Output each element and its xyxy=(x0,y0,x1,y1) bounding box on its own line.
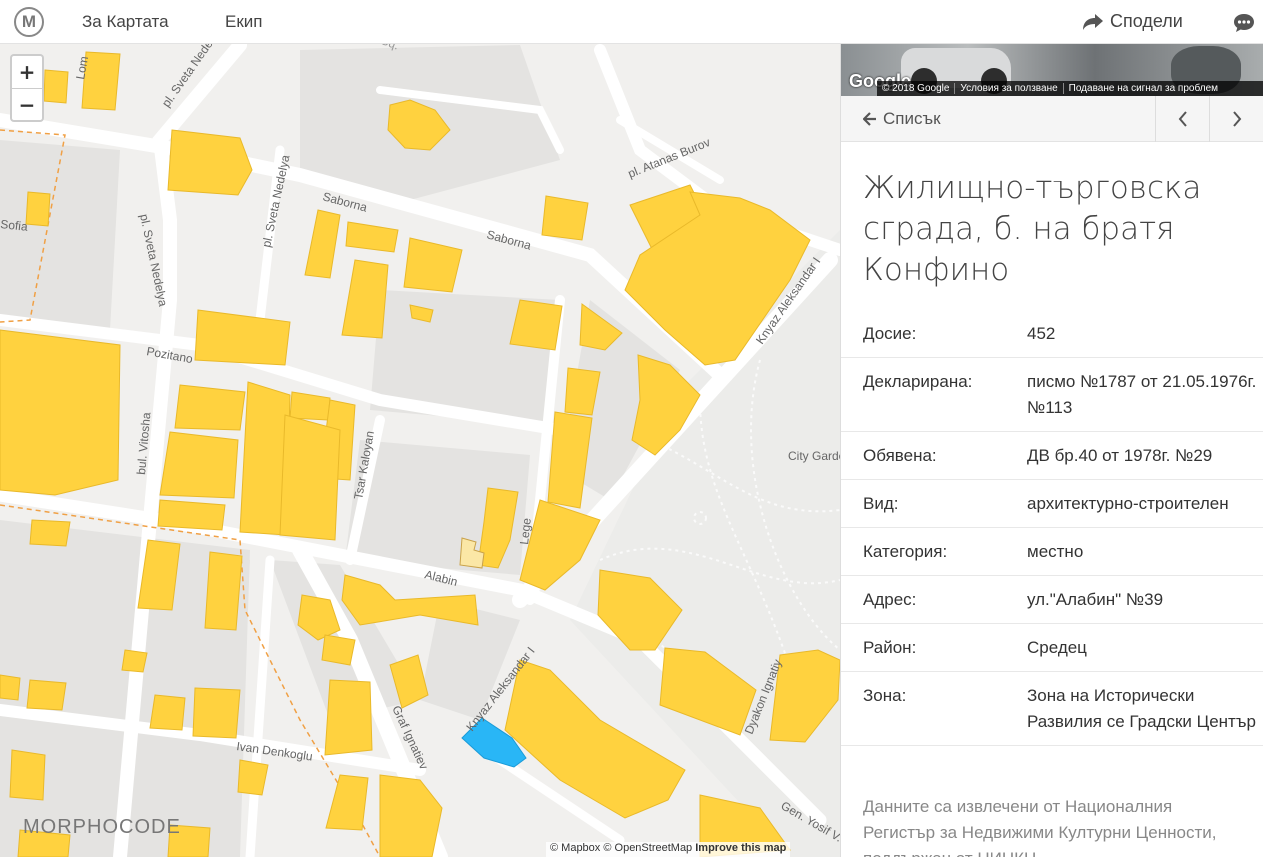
detail-value: ул."Алабин" №39 xyxy=(1027,590,1164,609)
street-label: Nezavisimost Sq. xyxy=(309,44,401,53)
street-label: Lom xyxy=(73,55,91,80)
zoom-control: + − xyxy=(10,54,44,122)
detail-value: Средец xyxy=(1027,638,1087,657)
chevron-right-icon xyxy=(1232,111,1241,127)
detail-key: Досие: xyxy=(863,324,917,343)
detail-key: Район: xyxy=(863,638,917,657)
detail-value: писмо №1787 от 21.05.1976г. №113 xyxy=(1027,372,1257,417)
share-arrow-icon xyxy=(1083,13,1103,30)
detail-key: Категория: xyxy=(863,542,948,561)
map[interactable]: pl. Sveta Nedelya pl. Sveta Nedelya pl. … xyxy=(0,44,840,857)
street-label: pl. Sveta Nedelya xyxy=(159,44,225,110)
detail-row: Обявена: ДВ бр.40 от 1978г. №29 xyxy=(841,432,1263,480)
street-view-copyright: © 2018 Google xyxy=(882,83,950,94)
arrow-left-icon xyxy=(863,112,876,126)
detail-key: Зона: xyxy=(863,686,907,705)
attribution-mapbox[interactable]: © Mapbox xyxy=(550,842,600,854)
street-label: Lege xyxy=(517,517,534,545)
detail-row: Категория: местно xyxy=(841,528,1263,576)
zoom-out-button[interactable]: − xyxy=(12,88,42,120)
top-nav: M За Картата Екип Сподели xyxy=(0,0,1263,44)
share-label: Сподели xyxy=(1110,11,1183,31)
detail-row: Адрес: ул."Алабин" №39 xyxy=(841,576,1263,624)
back-to-list-button[interactable]: Списък xyxy=(863,109,941,129)
street-view-image[interactable]: Google © 2018 Google Условия за ползване… xyxy=(841,44,1263,96)
detail-key: Вид: xyxy=(863,494,899,513)
street-label: Ivan Denkoglu xyxy=(236,739,314,764)
prev-button[interactable] xyxy=(1155,96,1209,142)
detail-row: Зона: Зона на Исторически Развилия се Гр… xyxy=(841,672,1263,746)
improve-map-link[interactable]: Improve this map xyxy=(695,842,786,854)
street-label: Graf Ignatiev xyxy=(389,703,431,771)
street-labels: pl. Sveta Nedelya pl. Sveta Nedelya pl. … xyxy=(0,44,841,845)
data-source-note: Данните са извлечени от Националния Реги… xyxy=(863,797,1217,857)
detail-row: Досие: 452 xyxy=(841,310,1263,358)
chevron-left-icon xyxy=(1178,111,1187,127)
brand-watermark: MORPHOCODE xyxy=(23,816,181,838)
zoom-in-button[interactable]: + xyxy=(12,56,42,88)
street-view-footer: © 2018 Google Условия за ползване Подава… xyxy=(877,81,1263,96)
street-label: bul. Vitosha xyxy=(134,411,153,475)
detail-key: Обявена: xyxy=(863,446,937,465)
detail-key: Адрес: xyxy=(863,590,917,609)
street-view-terms-link[interactable]: Условия за ползване xyxy=(954,83,1062,94)
detail-row: Декларирана: писмо №1787 от 21.05.1976г.… xyxy=(841,358,1263,432)
detail-value: Зона на Исторически Развилия се Градски … xyxy=(1027,686,1256,731)
detail-value: 452 xyxy=(1027,324,1056,343)
street-label: Alabin xyxy=(423,567,459,589)
list-nav-bar: Списък xyxy=(841,96,1263,142)
detail-row: Вид: архитектурно-строителен xyxy=(841,480,1263,528)
detail-value: местно xyxy=(1027,542,1084,561)
detail-panel: Google © 2018 Google Условия за ползване… xyxy=(840,44,1263,857)
next-button[interactable] xyxy=(1209,96,1263,142)
street-label: pl. Atanas Burov xyxy=(626,135,712,181)
street-label: City Garden xyxy=(788,449,840,463)
nav-team-link[interactable]: Екип xyxy=(225,12,262,32)
street-label: pl. Sveta Nedelya xyxy=(259,153,292,248)
logo-letter: M xyxy=(21,12,37,31)
logo[interactable]: M xyxy=(14,7,44,37)
street-label: pl. Sveta Nedelya xyxy=(137,213,170,308)
street-label: Sofia xyxy=(0,217,29,234)
street-label: Dyakon Ignatiy xyxy=(742,657,785,736)
back-label: Списък xyxy=(883,109,941,128)
nav-about-link[interactable]: За Картата xyxy=(82,12,169,32)
details-table: Досие: 452 Декларирана: писмо №1787 от 2… xyxy=(841,310,1263,746)
street-label: Saborna xyxy=(485,227,533,252)
share-button[interactable]: Сподели xyxy=(1082,11,1183,32)
street-label: Knyaz Aleksandar I xyxy=(463,644,537,734)
street-label: Tsar Kaloyan xyxy=(351,430,377,501)
map-attribution: © Mapbox © OpenStreetMap Improve this ma… xyxy=(546,842,791,857)
street-label: Gen. Yosif V. xyxy=(779,798,841,844)
chat-bubble-icon xyxy=(1234,14,1254,32)
monument-title: Жилищно-търговска сграда, б. на братя Ко… xyxy=(863,170,1202,288)
street-view-report-link[interactable]: Подаване на сигнал за проблем xyxy=(1062,83,1223,94)
street-label: Saborna xyxy=(321,189,369,214)
chat-button[interactable] xyxy=(1233,13,1255,37)
detail-value: архитектурно-строителен xyxy=(1027,494,1229,513)
attribution-osm[interactable]: © OpenStreetMap xyxy=(603,842,692,854)
street-label: Knyaz Aleksandar I xyxy=(753,255,823,347)
street-label: Pozitano xyxy=(145,344,194,366)
detail-key: Декларирана: xyxy=(863,372,973,391)
detail-row: Район: Средец xyxy=(841,624,1263,672)
detail-value: ДВ бр.40 от 1978г. №29 xyxy=(1027,446,1213,465)
